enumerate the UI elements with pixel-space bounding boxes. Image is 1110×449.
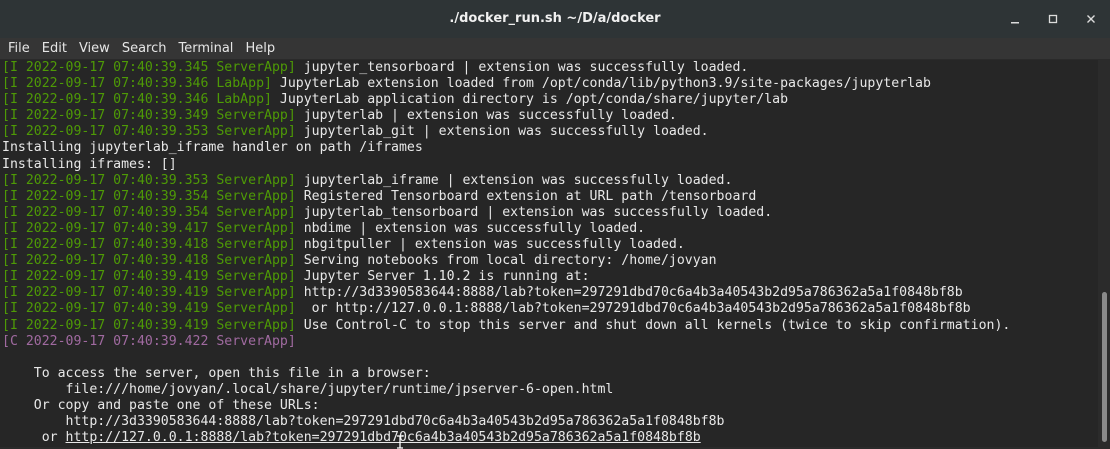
log-message: file:///home/jovyan/.local/share/jupyter… [2, 381, 614, 397]
title-bar[interactable]: ./docker_run.sh ~/D/a/docker [0, 0, 1110, 38]
window-controls [996, 0, 1110, 38]
terminal-line: [I 2022-09-17 07:40:39.354 ServerApp] Re… [2, 189, 1010, 205]
terminal-line: [I 2022-09-17 07:40:39.349 ServerApp] ju… [2, 108, 1010, 124]
terminal-scrollbar[interactable] [1098, 60, 1110, 447]
log-prefix: [I 2022-09-17 07:40:39.417 ServerApp] [2, 220, 296, 236]
log-prefix: [I 2022-09-17 07:40:39.346 LabApp] [2, 92, 272, 108]
terminal-line: [C 2022-09-17 07:40:39.422 ServerApp] [2, 334, 1010, 350]
menu-bar: File Edit View Search Terminal Help [0, 38, 1110, 60]
log-prefix: [C 2022-09-17 07:40:39.422 ServerApp] [2, 333, 296, 349]
log-message: JupyterLab application directory is /opt… [271, 92, 789, 108]
log-message: jupyterlab_iframe | extension was succes… [295, 172, 733, 188]
log-prefix: [I 2022-09-17 07:40:39.349 ServerApp] [2, 108, 296, 124]
terminal-line: Installing jupyterlab_iframe handler on … [2, 140, 1010, 156]
log-message: or [2, 430, 66, 446]
log-prefix: [I 2022-09-17 07:40:39.419 ServerApp] [2, 301, 296, 317]
log-message: Or copy and paste one of these URLs: [2, 397, 320, 413]
log-message: Installing jupyterlab_iframe handler on … [2, 140, 423, 156]
log-prefix: [I 2022-09-17 07:40:39.419 ServerApp] [2, 317, 296, 333]
terminal-line: [I 2022-09-17 07:40:39.418 ServerApp] nb… [2, 237, 1010, 253]
terminal-line: file:///home/jovyan/.local/share/jupyter… [2, 382, 1010, 398]
terminal-line: [I 2022-09-17 07:40:39.354 ServerApp] ju… [2, 205, 1010, 221]
minimize-button[interactable] [996, 0, 1034, 38]
log-prefix: [I 2022-09-17 07:40:39.354 ServerApp] [2, 204, 296, 220]
log-prefix: [I 2022-09-17 07:40:39.418 ServerApp] [2, 237, 296, 253]
log-message: jupyterlab_git | extension was successfu… [295, 124, 709, 140]
log-prefix: [I 2022-09-17 07:40:39.353 ServerApp] [2, 172, 296, 188]
log-prefix: [I 2022-09-17 07:40:39.419 ServerApp] [2, 269, 296, 285]
maximize-button[interactable] [1034, 0, 1072, 38]
terminal-line: Or copy and paste one of these URLs: [2, 398, 1010, 414]
terminal-line: Installing iframes: [] [2, 157, 1010, 173]
log-message: http://3d3390583644:8888/lab?token=29729… [2, 414, 725, 430]
server-url-link[interactable]: http://127.0.0.1:8888/lab?token=297291db… [66, 430, 701, 445]
log-message: nbdime | extension was successfully load… [295, 220, 646, 236]
minimize-icon [1011, 22, 1019, 24]
scrollbar-thumb[interactable] [1102, 292, 1107, 442]
terminal-line: [I 2022-09-17 07:40:39.345 ServerApp] ju… [2, 60, 1010, 76]
menu-view[interactable]: View [73, 38, 116, 60]
log-message: To access the server, open this file in … [2, 365, 431, 381]
log-prefix: [I 2022-09-17 07:40:39.353 ServerApp] [2, 124, 296, 140]
log-message: Use Control-C to stop this server and sh… [295, 317, 1011, 333]
terminal-line: [I 2022-09-17 07:40:39.419 ServerApp] Us… [2, 318, 1010, 334]
close-button[interactable] [1072, 0, 1110, 38]
terminal-line: [I 2022-09-17 07:40:39.353 ServerApp] ju… [2, 173, 1010, 189]
terminal-line: [I 2022-09-17 07:40:39.346 LabApp] Jupyt… [2, 76, 1010, 92]
menu-search[interactable]: Search [116, 38, 173, 60]
log-message: JupyterLab extension loaded from /opt/co… [271, 76, 931, 92]
log-prefix: [I 2022-09-17 07:40:39.346 LabApp] [2, 76, 272, 92]
log-message: Jupyter Server 1.10.2 is running at: [295, 269, 590, 285]
terminal-line: [I 2022-09-17 07:40:39.418 ServerApp] Se… [2, 253, 1010, 269]
log-prefix: [I 2022-09-17 07:40:39.354 ServerApp] [2, 188, 296, 204]
menu-help[interactable]: Help [239, 38, 281, 60]
terminal-line: or http://127.0.0.1:8888/lab?token=29729… [2, 430, 1010, 446]
log-message: jupyterlab_tensorboard | extension was s… [295, 204, 773, 220]
log-prefix: [I 2022-09-17 07:40:39.419 ServerApp] [2, 285, 296, 301]
log-message: Registered Tensorboard extension at URL … [295, 188, 757, 204]
terminal-line: [I 2022-09-17 07:40:39.346 LabApp] Jupyt… [2, 92, 1010, 108]
log-message: jupyterlab | extension was successfully … [295, 108, 677, 124]
terminal-window: ./docker_run.sh ~/D/a/docker File Edit V… [0, 0, 1110, 449]
log-message: http://3d3390583644:8888/lab?token=29729… [295, 285, 963, 301]
terminal-line: [I 2022-09-17 07:40:39.419 ServerApp] or… [2, 301, 1010, 317]
maximize-icon [1048, 14, 1058, 24]
terminal-line: [I 2022-09-17 07:40:39.419 ServerApp] ht… [2, 285, 1010, 301]
log-message: Serving notebooks from local directory: … [295, 253, 717, 269]
window-title: ./docker_run.sh ~/D/a/docker [449, 11, 661, 26]
terminal-line: [I 2022-09-17 07:40:39.353 ServerApp] ju… [2, 124, 1010, 140]
log-message: Installing iframes: [] [2, 156, 177, 172]
terminal-line: http://3d3390583644:8888/lab?token=29729… [2, 414, 1010, 430]
terminal-line: To access the server, open this file in … [2, 366, 1010, 382]
log-prefix: [I 2022-09-17 07:40:39.418 ServerApp] [2, 253, 296, 269]
log-message: or http://127.0.0.1:8888/lab?token=29729… [295, 301, 971, 317]
menu-terminal[interactable]: Terminal [172, 38, 239, 60]
terminal-text: [I 2022-09-17 07:40:39.345 ServerApp] ju… [2, 60, 1010, 446]
close-icon [1087, 15, 1095, 23]
terminal-line: [I 2022-09-17 07:40:39.417 ServerApp] nb… [2, 221, 1010, 237]
terminal-output[interactable]: [I 2022-09-17 07:40:39.345 ServerApp] ju… [0, 60, 1098, 447]
terminal-line: [I 2022-09-17 07:40:39.419 ServerApp] Ju… [2, 269, 1010, 285]
menu-file[interactable]: File [2, 38, 36, 60]
log-message: jupyter_tensorboard | extension was succ… [295, 60, 749, 75]
log-prefix: [I 2022-09-17 07:40:39.345 ServerApp] [2, 60, 296, 75]
menu-edit[interactable]: Edit [36, 38, 73, 60]
log-message: nbgitpuller | extension was successfully… [295, 237, 685, 253]
